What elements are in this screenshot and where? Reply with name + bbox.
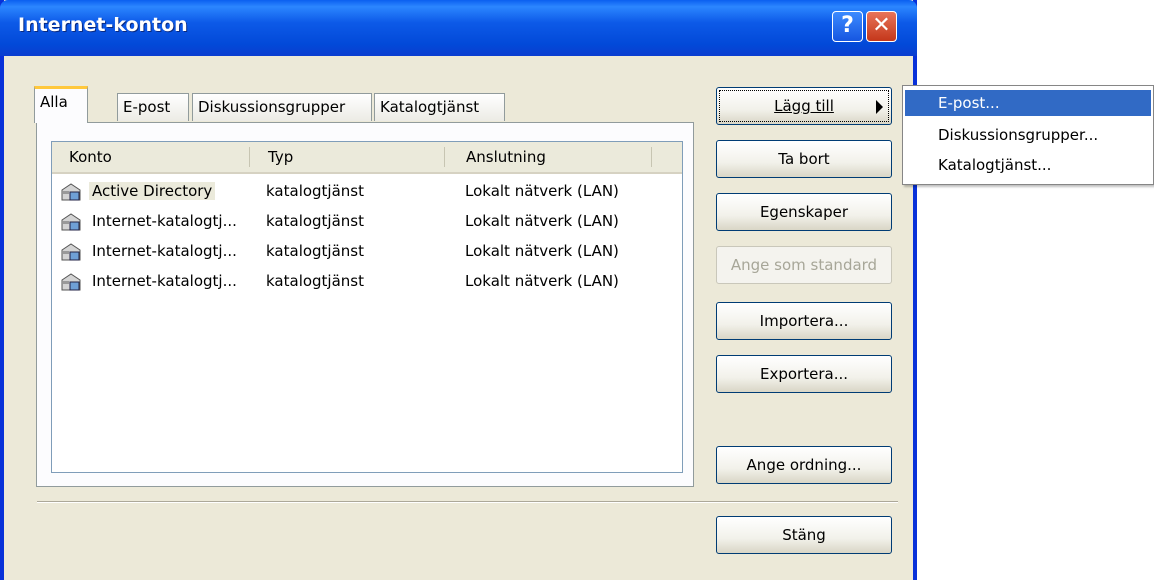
accounts-list[interactable]: Konto Typ Anslutning Active Directory ka… [51,141,683,473]
dialog-window: Internet-konton ? ✕ Alla E-post Diskussi… [0,0,917,580]
account-name: Active Directory [89,182,216,200]
column-header-anslutning[interactable]: Anslutning [466,148,546,166]
tab-label: Alla [40,93,68,111]
column-header-konto[interactable]: Konto [69,148,112,166]
account-type: katalogtjänst [266,182,364,200]
account-name: Internet-katalogtj... [92,272,237,290]
add-button[interactable]: Lägg till [716,87,892,125]
submenu-arrow-icon [876,100,883,114]
account-connection: Lokalt nätverk (LAN) [465,242,619,260]
table-row[interactable]: Active Directory katalogtjänst Lokalt nä… [52,178,682,208]
table-row[interactable]: Internet-katalogtj... katalogtjänst Loka… [52,268,682,298]
export-button[interactable]: Exportera... [716,355,892,393]
account-type: katalogtjänst [266,242,364,260]
set-order-button[interactable]: Ange ordning... [716,446,892,484]
table-row[interactable]: Internet-katalogtj... katalogtjänst Loka… [52,208,682,238]
column-divider[interactable] [249,147,250,167]
add-submenu: E-post... Diskussionsgrupper... Katalogt… [902,85,1154,185]
separator [37,501,898,503]
properties-button[interactable]: Egenskaper [716,193,892,231]
tab-label: E-post [123,98,171,116]
set-default-button[interactable]: Ange som standard [716,246,892,284]
column-divider[interactable] [651,147,652,167]
window-title: Internet-konton [18,14,188,36]
account-type: katalogtjänst [266,212,364,230]
directory-server-icon [61,243,81,261]
account-connection: Lokalt nätverk (LAN) [465,212,619,230]
tab-alla[interactable]: Alla [34,86,88,123]
menu-item-katalogtjanst[interactable]: Katalogtjänst... [905,152,1151,178]
directory-server-icon [61,273,81,291]
account-connection: Lokalt nätverk (LAN) [465,272,619,290]
column-header-typ[interactable]: Typ [268,148,293,166]
tab-label: Katalogtjänst [380,98,480,116]
add-button-label: Lägg till [774,97,834,115]
tab-label: Diskussionsgrupper [198,98,346,116]
directory-server-icon [61,213,81,231]
tab-e-post[interactable]: E-post [117,93,189,121]
account-type: katalogtjänst [266,272,364,290]
directory-server-icon [61,183,81,201]
import-button[interactable]: Importera... [716,302,892,340]
menu-item-diskussionsgrupper[interactable]: Diskussionsgrupper... [905,122,1151,148]
tab-diskussionsgrupper[interactable]: Diskussionsgrupper [192,93,372,121]
close-window-button[interactable]: ✕ [866,11,897,42]
menu-item-e-post[interactable]: E-post... [905,90,1151,116]
title-bar[interactable]: Internet-konton ? ✕ [0,0,917,56]
remove-button[interactable]: Ta bort [716,140,892,178]
table-row[interactable]: Internet-katalogtj... katalogtjänst Loka… [52,238,682,268]
column-divider[interactable] [444,147,445,167]
account-name: Internet-katalogtj... [92,212,237,230]
list-header: Konto Typ Anslutning [52,142,682,174]
help-button[interactable]: ? [832,11,863,42]
account-name: Internet-katalogtj... [92,242,237,260]
tab-katalogtjanst[interactable]: Katalogtjänst [374,93,505,121]
close-button[interactable]: Stäng [716,516,892,554]
account-connection: Lokalt nätverk (LAN) [465,182,619,200]
